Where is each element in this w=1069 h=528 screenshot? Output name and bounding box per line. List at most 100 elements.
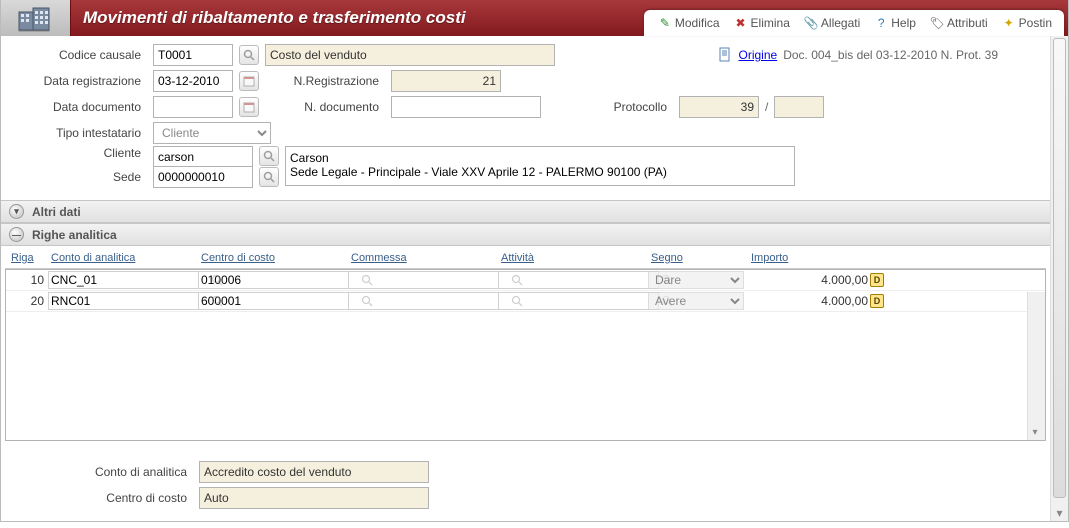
sede-input[interactable] bbox=[153, 166, 253, 188]
help-button[interactable]: ? Help bbox=[868, 14, 922, 32]
doc-ref: Doc. 004_bis del 03-12-2010 N. Prot. 39 bbox=[783, 48, 998, 62]
search-icon bbox=[263, 150, 275, 162]
calendar-icon bbox=[243, 75, 255, 87]
search-icon bbox=[263, 171, 275, 183]
data-registrazione-calendar[interactable] bbox=[239, 71, 259, 91]
protocollo-label: Protocollo bbox=[593, 100, 673, 114]
cell-riga: 20 bbox=[6, 293, 46, 309]
calendar-icon bbox=[243, 101, 255, 113]
postin-button[interactable]: ✦ Postin bbox=[996, 14, 1058, 32]
attachment-icon: 📎 bbox=[804, 16, 818, 30]
titlebar: Movimenti di ribaltamento e trasferiment… bbox=[1, 0, 1068, 36]
col-centro-costo[interactable]: Centro di costo bbox=[195, 248, 345, 268]
elimina-button[interactable]: ✖ Elimina bbox=[728, 14, 796, 32]
codice-causale-lookup[interactable] bbox=[239, 45, 259, 65]
n-documento-input[interactable] bbox=[391, 96, 541, 118]
col-riga[interactable]: Riga bbox=[5, 248, 45, 268]
attributi-button[interactable]: 🏷 Attributi bbox=[924, 14, 994, 32]
main-scrollbar[interactable]: ▾ bbox=[1050, 36, 1068, 521]
footer-centro-input bbox=[199, 487, 429, 509]
codice-causale-desc bbox=[265, 44, 555, 66]
search-icon[interactable] bbox=[211, 273, 223, 287]
grid-scrollbar[interactable]: ▾ bbox=[1027, 292, 1045, 440]
postin-label: Postin bbox=[1019, 16, 1052, 30]
cliente-lookup[interactable] bbox=[259, 146, 279, 166]
allegati-button[interactable]: 📎 Allegati bbox=[798, 14, 866, 32]
cell-segno[interactable]: Dare bbox=[646, 270, 746, 290]
collapse-icon: — bbox=[9, 227, 24, 242]
search-icon[interactable] bbox=[361, 294, 373, 308]
d-badge[interactable]: D bbox=[870, 294, 884, 308]
help-label: Help bbox=[891, 16, 916, 30]
search-icon[interactable] bbox=[511, 273, 523, 287]
scroll-down-icon[interactable]: ▾ bbox=[1051, 505, 1068, 521]
n-registrazione-input bbox=[391, 70, 501, 92]
data-registrazione-label: Data registrazione bbox=[7, 74, 147, 88]
pencil-icon: ✎ bbox=[658, 16, 672, 30]
header-toolbar: ✎ Modifica ✖ Elimina 📎 Allegati ? Help 🏷… bbox=[644, 10, 1064, 36]
tag-icon: 🏷 bbox=[930, 16, 944, 30]
data-registrazione-input[interactable] bbox=[153, 70, 233, 92]
allegati-label: Allegati bbox=[821, 16, 860, 30]
col-attivita[interactable]: Attività bbox=[495, 248, 645, 268]
cell-segno[interactable]: Avere bbox=[646, 291, 746, 311]
col-conto-analitica[interactable]: Conto di analitica bbox=[45, 248, 195, 268]
altri-dati-section[interactable]: ▾ Altri dati bbox=[1, 200, 1050, 223]
grid-body-wrap: 10 Dare4.000,00 D 20 Avere4.000,00 D ▾ bbox=[5, 269, 1046, 441]
tipo-intestatario-label: Tipo intestatario bbox=[7, 126, 147, 140]
search-icon[interactable] bbox=[361, 273, 373, 287]
cliente-input[interactable] bbox=[153, 146, 253, 168]
footer-form: Conto di analitica Centro di costo bbox=[1, 445, 1050, 521]
modifica-button[interactable]: ✎ Modifica bbox=[652, 14, 726, 32]
protocollo-slash: / bbox=[765, 100, 768, 114]
cliente-desc: Carson Sede Legale - Principale - Viale … bbox=[285, 146, 795, 186]
grid-header: Riga Conto di analitica Centro di costo … bbox=[5, 248, 1046, 269]
collapse-icon: ▾ bbox=[9, 204, 24, 219]
col-importo[interactable]: Importo bbox=[745, 248, 885, 268]
scroll-thumb[interactable] bbox=[1053, 38, 1066, 498]
tipo-intestatario-select[interactable]: Cliente bbox=[153, 122, 271, 144]
protocollo-input-2 bbox=[774, 96, 824, 118]
codice-causale-label: Codice causale bbox=[7, 48, 147, 62]
righe-analitica-label: Righe analitica bbox=[32, 228, 117, 242]
table-row[interactable]: 10 Dare4.000,00 D bbox=[6, 270, 1045, 291]
col-segno[interactable]: Segno bbox=[645, 248, 745, 268]
sede-lookup[interactable] bbox=[259, 167, 279, 187]
search-icon[interactable] bbox=[211, 294, 223, 308]
sede-label: Sede bbox=[7, 170, 147, 184]
note-icon: ✦ bbox=[1002, 16, 1016, 30]
cell-conto[interactable] bbox=[46, 270, 196, 290]
cell-importo: 4.000,00 D bbox=[746, 293, 886, 309]
n-registrazione-label: N.Registrazione bbox=[265, 74, 385, 88]
modifica-label: Modifica bbox=[675, 16, 720, 30]
origine-link[interactable]: Origine bbox=[739, 48, 778, 62]
col-commessa[interactable]: Commessa bbox=[345, 248, 495, 268]
footer-centro-label: Centro di costo bbox=[73, 491, 193, 505]
col-spacer bbox=[885, 248, 905, 268]
cell-riga: 10 bbox=[6, 272, 46, 288]
data-documento-calendar[interactable] bbox=[239, 97, 259, 117]
data-documento-input[interactable] bbox=[153, 96, 233, 118]
help-icon: ? bbox=[874, 16, 888, 30]
protocollo-input bbox=[679, 96, 759, 118]
cell-importo: 4.000,00 D bbox=[746, 272, 886, 288]
data-documento-label: Data documento bbox=[7, 100, 147, 114]
search-icon[interactable] bbox=[511, 294, 523, 308]
delete-icon: ✖ bbox=[734, 16, 748, 30]
building-icon bbox=[15, 4, 57, 32]
app-logo bbox=[1, 0, 71, 36]
grid-container: Riga Conto di analitica Centro di costo … bbox=[1, 246, 1050, 445]
elimina-label: Elimina bbox=[751, 16, 790, 30]
cell-conto[interactable] bbox=[46, 291, 196, 311]
righe-analitica-section[interactable]: — Righe analitica bbox=[1, 223, 1050, 246]
document-icon[interactable] bbox=[717, 47, 733, 63]
cliente-label: Cliente bbox=[7, 146, 147, 160]
n-documento-label: N. documento bbox=[265, 100, 385, 114]
d-badge[interactable]: D bbox=[870, 273, 884, 287]
cell-spacer bbox=[886, 279, 906, 281]
codice-causale-input[interactable] bbox=[153, 44, 233, 66]
altri-dati-label: Altri dati bbox=[32, 205, 81, 219]
scroll-down-icon[interactable]: ▾ bbox=[1029, 426, 1041, 438]
attributi-label: Attributi bbox=[947, 16, 988, 30]
table-row[interactable]: 20 Avere4.000,00 D bbox=[6, 291, 1045, 312]
